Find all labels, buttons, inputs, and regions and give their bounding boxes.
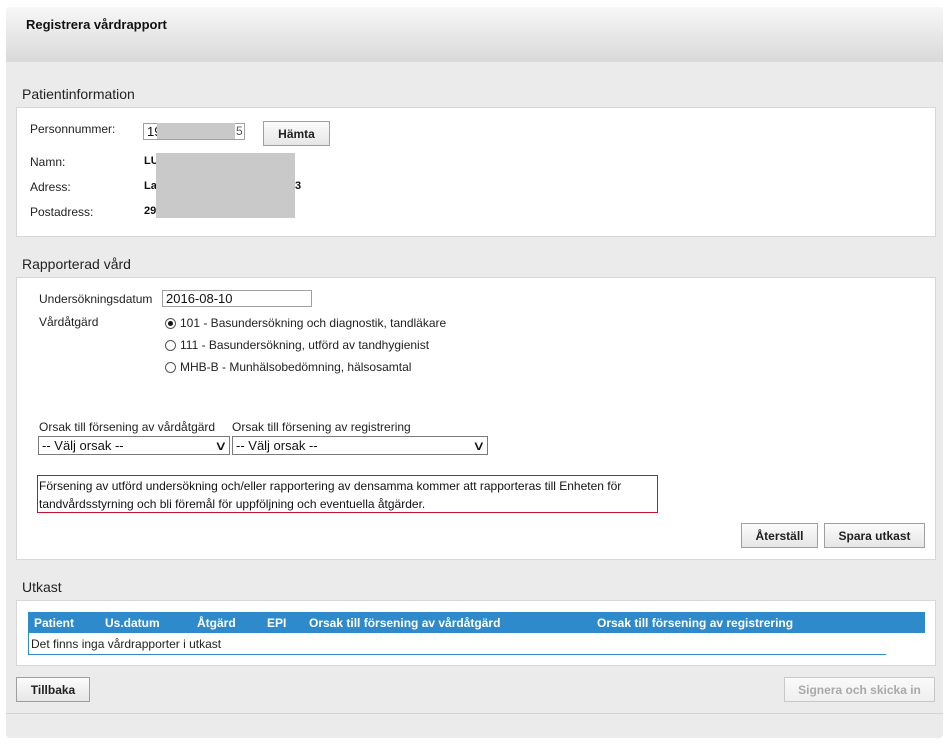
- delay-measure-select[interactable]: -- Välj orsak -- ∨: [38, 436, 230, 455]
- measure-option-101[interactable]: 101 - Basundersökning och diagnostik, ta…: [165, 316, 446, 330]
- delay-registration-label: Orsak till försening av registrering: [232, 420, 411, 434]
- measure-option-111-label: 111 - Basundersökning, utförd av tandhyg…: [180, 338, 430, 352]
- adress-value: La: [144, 180, 157, 192]
- adress-tail: 3: [295, 180, 302, 192]
- adress-label: Adress:: [30, 180, 71, 194]
- patient-section-title: Patientinformation: [22, 86, 135, 102]
- page-title: Registrera vårdrapport: [26, 17, 167, 32]
- back-button[interactable]: Tillbaka: [16, 677, 90, 702]
- drafts-empty-text: Det finns inga vårdrapporter i utkast: [31, 637, 222, 651]
- postadress-label: Postadress:: [30, 205, 94, 219]
- date-label: Undersökningsdatum: [39, 292, 153, 306]
- column-patient[interactable]: Patient: [34, 616, 74, 630]
- column-atgard[interactable]: Åtgärd: [197, 616, 236, 630]
- reset-button[interactable]: Återställ: [741, 523, 818, 548]
- care-section-title: Rapporterad vård: [22, 256, 131, 272]
- care-panel: Undersökningsdatum Vårdåtgärd 101 - Basu…: [16, 277, 936, 560]
- personnummer-label: Personnummer:: [30, 122, 116, 136]
- measure-option-mhb-b[interactable]: MHB-B - Munhälsobedömning, hälsosamtal: [165, 360, 411, 374]
- column-delay-registration[interactable]: Orsak till försening av registrering: [597, 616, 793, 630]
- radio-selected-icon[interactable]: [165, 317, 176, 329]
- measure-option-101-label: 101 - Basundersökning och diagnostik, ta…: [180, 316, 447, 330]
- column-us-datum[interactable]: Us.datum: [105, 616, 160, 630]
- column-epi[interactable]: EPI: [267, 616, 286, 630]
- radio-icon[interactable]: [165, 339, 176, 351]
- delay-measure-label: Orsak till försening av vårdåtgärd: [39, 420, 216, 434]
- patient-panel: Personnummer: 5 Hämta Namn: LU Adress: L…: [16, 107, 936, 237]
- drafts-section-title: Utkast: [22, 579, 62, 595]
- namn-label: Namn:: [30, 155, 66, 169]
- measure-option-mhb-b-label: MHB-B - Munhälsobedömning, hälsosamtal: [180, 360, 412, 374]
- personnummer-tail: 5: [236, 124, 243, 138]
- delay-registration-select[interactable]: -- Välj orsak -- ∨: [232, 436, 488, 455]
- chevron-down-icon: ∨: [214, 438, 228, 453]
- page-header: Registrera vårdrapport: [6, 7, 943, 62]
- drafts-panel: Patient Us.datum Åtgärd EPI Orsak till f…: [16, 600, 936, 666]
- examination-date-field[interactable]: [162, 290, 312, 307]
- chevron-down-icon: ∨: [472, 438, 486, 453]
- redaction-patient-details: [156, 153, 295, 218]
- sign-and-submit-button[interactable]: Signera och skicka in: [784, 677, 935, 702]
- measure-option-111[interactable]: 111 - Basundersökning, utförd av tandhyg…: [165, 338, 429, 352]
- column-delay-measure[interactable]: Orsak till försening av vårdåtgärd: [309, 616, 500, 630]
- delay-measure-selected: -- Välj orsak --: [42, 438, 124, 453]
- radio-icon[interactable]: [165, 361, 176, 373]
- delay-warning-box: Försening av utförd undersökning och/ell…: [37, 475, 658, 513]
- drafts-table-header: Patient Us.datum Åtgärd EPI Orsak till f…: [28, 612, 925, 633]
- save-draft-button[interactable]: Spara utkast: [824, 523, 925, 548]
- footer-divider: [6, 713, 943, 714]
- redaction-personnummer: [157, 123, 235, 139]
- hamta-button[interactable]: Hämta: [263, 121, 330, 146]
- delay-registration-selected: -- Välj orsak --: [236, 438, 318, 453]
- drafts-empty-row: Det finns inga vårdrapporter i utkast: [28, 633, 886, 655]
- postadress-value: 29: [144, 205, 157, 217]
- measure-label: Vårdåtgärd: [39, 315, 99, 329]
